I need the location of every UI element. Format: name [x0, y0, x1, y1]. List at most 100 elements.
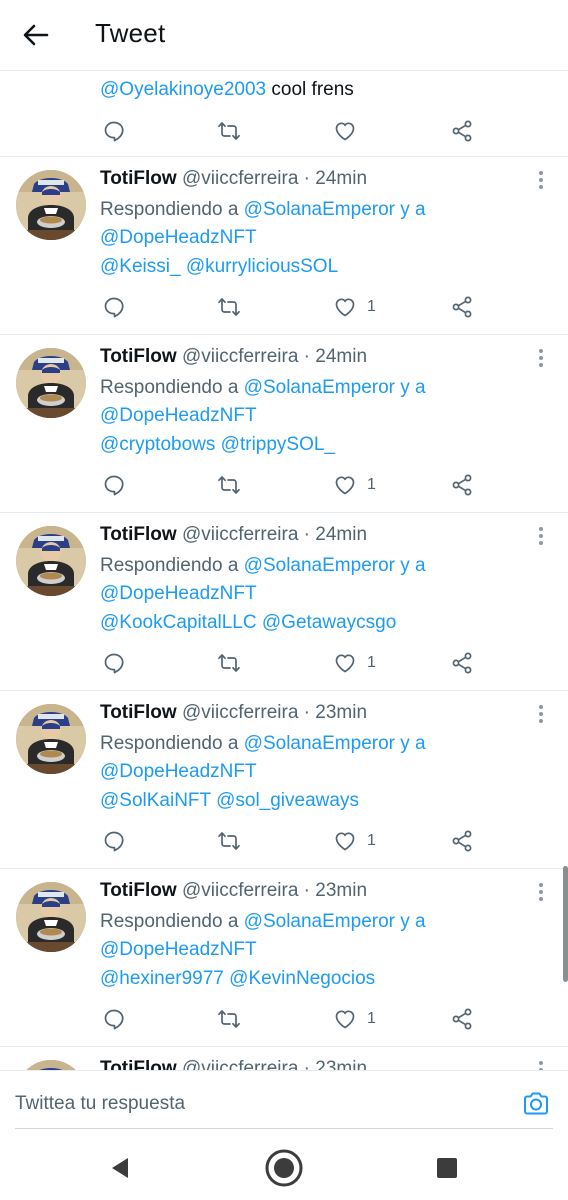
mention-link[interactable]: @KookCapitalLLC: [100, 612, 257, 633]
more-vertical-icon[interactable]: [534, 170, 548, 190]
like-button[interactable]: 1: [333, 292, 376, 322]
like-count: 1: [367, 654, 376, 671]
page-title: Tweet: [95, 18, 166, 48]
avatar[interactable]: [16, 348, 86, 418]
user-name[interactable]: TotiFlow: [100, 168, 177, 189]
like-button[interactable]: 1: [333, 470, 376, 500]
like-count: 1: [367, 298, 376, 315]
share-button[interactable]: [450, 648, 474, 678]
replying-join: y a: [394, 377, 426, 398]
retweet-button[interactable]: [217, 1004, 241, 1034]
reply-button[interactable]: [102, 292, 126, 322]
avatar[interactable]: [16, 882, 86, 952]
tweet-text: @hexiner9977 @KevinNegocios: [100, 968, 375, 990]
user-handle-time: @viiccferreira · 24min: [181, 168, 368, 189]
partial-tweet[interactable]: @Oyelakinoye2003 cool frens: [0, 70, 568, 157]
retweet-button[interactable]: [217, 116, 241, 146]
like-button[interactable]: 1: [333, 1004, 376, 1034]
avatar[interactable]: [16, 170, 86, 240]
retweet-button[interactable]: [217, 826, 241, 856]
arrow-left-icon[interactable]: [20, 19, 52, 51]
share-button[interactable]: [450, 470, 474, 500]
mention-link[interactable]: @DopeHeadzNFT: [100, 761, 257, 782]
mention-link[interactable]: @cryptobows: [100, 434, 215, 455]
more-vertical-icon[interactable]: [534, 882, 548, 902]
retweet-button[interactable]: [217, 292, 241, 322]
replying-label: Respondiendo a: [100, 911, 244, 932]
tweet-actions: [100, 116, 480, 146]
tweet-actions: 1: [100, 826, 480, 856]
user-name[interactable]: TotiFlow: [100, 702, 177, 723]
more-vertical-icon[interactable]: [534, 348, 548, 368]
replying-to: Respondiendo a @SolanaEmperor y a @DopeHe…: [100, 196, 540, 252]
user-name[interactable]: TotiFlow: [100, 880, 177, 901]
reply-icon: [102, 119, 126, 143]
like-button[interactable]: 1: [333, 826, 376, 856]
tweet-thread[interactable]: @Oyelakinoye2003 cool frens TotiFlow @vi…: [0, 70, 568, 1070]
more-vertical-icon[interactable]: [534, 526, 548, 546]
tweet-item[interactable]: TotiFlow @viiccferreira · 24min Respondi…: [0, 512, 568, 691]
mention-link[interactable]: @Oyelakinoye2003: [100, 79, 266, 100]
mention-link[interactable]: @sol_giveaways: [216, 790, 359, 811]
replying-to: Respondiendo a @SolanaEmperor y a @DopeHe…: [100, 908, 540, 964]
tweet-item[interactable]: TotiFlow @viiccferreira · 24min Respondi…: [0, 156, 568, 335]
reply-button[interactable]: [102, 116, 126, 146]
tweet-item[interactable]: TotiFlow @viiccferreira · 23min: [0, 1046, 568, 1070]
tweet-item[interactable]: TotiFlow @viiccferreira · 23min Respondi…: [0, 868, 568, 1047]
circle-home-icon[interactable]: [264, 1148, 304, 1188]
mention-link[interactable]: @SolKaiNFT: [100, 790, 211, 811]
mention-link[interactable]: @Keissi_: [100, 256, 181, 277]
mention-link[interactable]: @kurryliciousSOL: [186, 256, 338, 277]
reply-icon: [102, 1007, 126, 1031]
mention-link[interactable]: @hexiner9977: [100, 968, 224, 989]
like-button[interactable]: [333, 116, 357, 146]
avatar[interactable]: [16, 526, 86, 596]
mention-link[interactable]: @SolanaEmperor: [244, 199, 395, 220]
avatar[interactable]: [16, 1060, 86, 1070]
share-button[interactable]: [450, 826, 474, 856]
reply-button[interactable]: [102, 470, 126, 500]
tweet-item[interactable]: TotiFlow @viiccferreira · 23min Respondi…: [0, 690, 568, 869]
share-button[interactable]: [450, 292, 474, 322]
scrollbar[interactable]: [563, 866, 568, 982]
reply-icon: [102, 651, 126, 675]
replying-label: Respondiendo a: [100, 555, 244, 576]
mention-link[interactable]: @SolanaEmperor: [244, 555, 395, 576]
tweet-text: @KookCapitalLLC @Getawaycsgo: [100, 612, 396, 634]
heart-icon: [333, 829, 357, 853]
share-button[interactable]: [450, 1004, 474, 1034]
reply-button[interactable]: [102, 648, 126, 678]
mention-link[interactable]: @DopeHeadzNFT: [100, 939, 257, 960]
more-vertical-icon[interactable]: [534, 704, 548, 724]
mention-link[interactable]: @trippySOL_: [221, 434, 335, 455]
reply-icon: [102, 829, 126, 853]
share-button[interactable]: [450, 116, 474, 146]
user-name[interactable]: TotiFlow: [100, 524, 177, 545]
square-recents-icon[interactable]: [437, 1158, 457, 1178]
reply-button[interactable]: [102, 1004, 126, 1034]
camera-icon[interactable]: [521, 1089, 551, 1119]
more-vertical-icon[interactable]: [534, 1060, 548, 1070]
reply-input[interactable]: Twittea tu respuesta: [15, 1093, 185, 1115]
mention-link[interactable]: @SolanaEmperor: [244, 377, 395, 398]
avatar[interactable]: [16, 704, 86, 774]
like-button[interactable]: 1: [333, 648, 376, 678]
tweet-item[interactable]: TotiFlow @viiccferreira · 24min Respondi…: [0, 334, 568, 513]
mention-link[interactable]: @SolanaEmperor: [244, 733, 395, 754]
mention-link[interactable]: @KevinNegocios: [229, 968, 375, 989]
retweet-button[interactable]: [217, 648, 241, 678]
mention-link[interactable]: @DopeHeadzNFT: [100, 227, 257, 248]
user-handle-time: @viiccferreira · 23min: [181, 702, 368, 723]
triangle-back-icon[interactable]: [108, 1156, 132, 1180]
input-underline: [15, 1128, 553, 1129]
like-count: 1: [367, 476, 376, 493]
replying-label: Respondiendo a: [100, 733, 244, 754]
reply-button[interactable]: [102, 826, 126, 856]
user-name[interactable]: TotiFlow: [100, 1058, 177, 1070]
retweet-button[interactable]: [217, 470, 241, 500]
mention-link[interactable]: @DopeHeadzNFT: [100, 405, 257, 426]
mention-link[interactable]: @SolanaEmperor: [244, 911, 395, 932]
user-name[interactable]: TotiFlow: [100, 346, 177, 367]
mention-link[interactable]: @Getawaycsgo: [262, 612, 396, 633]
mention-link[interactable]: @DopeHeadzNFT: [100, 583, 257, 604]
